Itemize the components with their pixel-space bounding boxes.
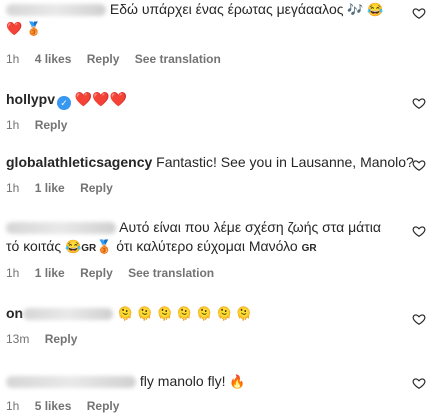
comment-meta: 1h 5 likes Reply: [6, 399, 131, 413]
heart-outline-icon[interactable]: [412, 312, 426, 326]
comment-text: Αυτό είναι που λέμε σχέση ζωής στα μάτια: [119, 219, 381, 235]
username-blurred[interactable]: [6, 222, 116, 235]
gr-flag: GR: [81, 243, 97, 254]
reply-button[interactable]: Reply: [35, 118, 68, 132]
comment-body: Αυτό είναι που λέμε σχέση ζωής στα μάτια: [6, 218, 406, 237]
comment-meta: 1h 1 like Reply See translation: [6, 266, 226, 280]
comment-body-line2: τό κοιτάς 😂GR🥉 ότι καλύτερο εύχομαι Μανό…: [6, 237, 406, 258]
timestamp: 1h: [6, 266, 20, 280]
fire-emoji: 🔥: [229, 374, 246, 389]
comment-text: 🫠 🫠 🫠 🫠 🫠 🫠 🫠: [117, 306, 252, 321]
comment-text-2b: ότι καλύτερο εύχομαι Μανόλο: [116, 238, 298, 254]
comment-meta: 1h Reply: [6, 118, 79, 132]
heart-outline-icon[interactable]: [412, 158, 426, 172]
comment-body-line2: ❤️ 🥉: [6, 19, 406, 38]
comment-meta: 1h 1 like Reply: [6, 181, 125, 195]
likes-count[interactable]: 1 like: [35, 266, 65, 280]
comment-body: globalathleticsagency Fantastic! See you…: [6, 153, 414, 172]
heart-outline-icon[interactable]: [412, 376, 426, 390]
verified-badge-icon: ✓: [57, 96, 72, 110]
reply-button[interactable]: Reply: [80, 266, 113, 280]
reply-button[interactable]: Reply: [45, 332, 78, 346]
comment-4: Αυτό είναι που λέμε σχέση ζωής στα μάτια…: [6, 218, 406, 258]
music-laugh-emoji: 🎶 😂: [347, 2, 384, 17]
reply-button[interactable]: Reply: [87, 399, 120, 413]
username[interactable]: globalathleticsagency: [6, 154, 152, 170]
likes-count[interactable]: 5 likes: [35, 399, 72, 413]
username[interactable]: on: [6, 305, 23, 321]
timestamp: 13m: [6, 332, 30, 346]
username[interactable]: hollypv: [6, 91, 55, 107]
comment-text: fly manolo fly!: [139, 373, 226, 389]
comment-5: on 🫠 🫠 🫠 🫠 🫠 🫠 🫠: [6, 304, 406, 323]
laugh-emoji: 😂: [65, 239, 82, 254]
reply-button[interactable]: Reply: [87, 52, 120, 66]
username-blurred[interactable]: [6, 4, 106, 17]
comment-text: Εδώ υπάρχει ένας έρωτας μεγάααλος: [109, 1, 344, 17]
timestamp: 1h: [6, 118, 20, 132]
likes-count[interactable]: 4 likes: [35, 52, 72, 66]
comment-text-2a: τό κοιτάς: [6, 238, 62, 254]
username-blurred[interactable]: [23, 308, 114, 321]
comment-body: on 🫠 🫠 🫠 🫠 🫠 🫠 🫠: [6, 304, 406, 323]
see-translation-button[interactable]: See translation: [128, 266, 214, 280]
heart-outline-icon[interactable]: [412, 96, 426, 110]
comment-meta: 13m Reply: [6, 332, 89, 346]
see-translation-button[interactable]: See translation: [135, 52, 221, 66]
username-blurred[interactable]: [6, 376, 136, 389]
comment-body: fly manolo fly! 🔥: [6, 372, 406, 391]
timestamp: 1h: [6, 399, 20, 413]
reply-button[interactable]: Reply: [80, 181, 113, 195]
likes-count[interactable]: 1 like: [35, 181, 65, 195]
timestamp: 1h: [6, 181, 20, 195]
heart-outline-icon[interactable]: [412, 6, 426, 20]
comment-6: fly manolo fly! 🔥: [6, 372, 406, 391]
comment-text: ❤️❤️❤️: [74, 91, 128, 107]
medal-emoji: 🥉: [96, 239, 113, 254]
comment-text: Fantastic! See you in Lausanne, Manolo?: [156, 154, 414, 170]
timestamp: 1h: [6, 52, 20, 66]
comment-body: hollypv ✓ ❤️❤️❤️: [6, 90, 406, 110]
heart-outline-icon[interactable]: [412, 224, 426, 238]
comment-1: Εδώ υπάρχει ένας έρωτας μεγάααλος 🎶 😂 ❤️…: [6, 0, 406, 38]
comment-meta: 1h 4 likes Reply See translation: [6, 52, 233, 66]
heart-medal-emoji: ❤️ 🥉: [6, 21, 42, 36]
gr-flag: GR: [301, 243, 317, 254]
comment-2: hollypv ✓ ❤️❤️❤️: [6, 90, 406, 110]
comment-body: Εδώ υπάρχει ένας έρωτας μεγάααλος 🎶 😂: [6, 0, 406, 19]
comment-3: globalathleticsagency Fantastic! See you…: [6, 153, 414, 172]
